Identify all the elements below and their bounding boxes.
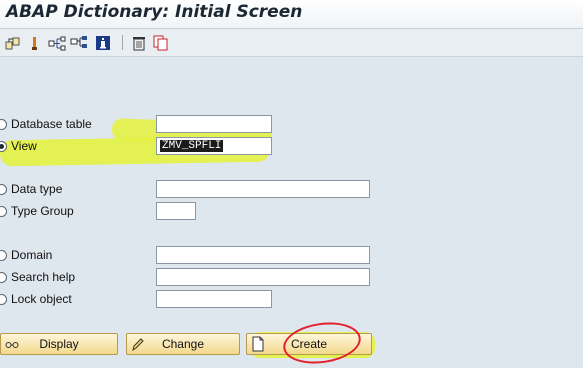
- radio-data-type[interactable]: [0, 184, 7, 195]
- copy-icon[interactable]: [152, 34, 170, 52]
- where-used-icon[interactable]: [48, 34, 66, 52]
- toolbar-separator: [122, 35, 123, 50]
- annotation-circle: [280, 317, 364, 368]
- database-table-field[interactable]: [156, 115, 272, 133]
- change-button-label: Change: [161, 337, 205, 351]
- info-icon[interactable]: [94, 34, 112, 52]
- label-search-help: Search help: [11, 270, 76, 284]
- radio-search-help[interactable]: [0, 272, 7, 283]
- application-toolbar: [0, 29, 583, 57]
- domain-field[interactable]: [156, 246, 370, 264]
- display-button-label: Display: [39, 337, 79, 351]
- radio-lock-object[interactable]: [0, 294, 7, 305]
- label-data-type: Data type: [11, 182, 63, 196]
- search-help-field[interactable]: [156, 268, 370, 286]
- display-button[interactable]: Display: [0, 333, 118, 355]
- main-content: Database table View ZMV_SPFLI Data type …: [0, 57, 583, 368]
- hierarchy-icon[interactable]: [70, 34, 88, 52]
- label-type-group: Type Group: [11, 204, 74, 218]
- radio-type-group[interactable]: [0, 206, 7, 217]
- delete-icon[interactable]: [130, 34, 148, 52]
- label-database-table: Database table: [11, 117, 92, 131]
- label-view: View: [11, 139, 37, 153]
- active-inactive-icon[interactable]: [26, 34, 44, 52]
- label-lock-object: Lock object: [11, 292, 72, 306]
- label-domain: Domain: [11, 248, 53, 262]
- radio-database-table[interactable]: [0, 119, 7, 130]
- change-button[interactable]: Change: [126, 333, 240, 355]
- lock-object-field[interactable]: [156, 290, 272, 308]
- view-field-value: ZMV_SPFLI: [160, 140, 224, 152]
- radio-domain[interactable]: [0, 250, 7, 261]
- other-object-icon[interactable]: [4, 34, 22, 52]
- view-field[interactable]: ZMV_SPFLI: [156, 137, 272, 155]
- type-group-field[interactable]: [156, 202, 196, 220]
- page-title: ABAP Dictionary: Initial Screen: [6, 2, 303, 22]
- data-type-field[interactable]: [156, 180, 370, 198]
- title-bar: ABAP Dictionary: Initial Screen: [0, 0, 583, 29]
